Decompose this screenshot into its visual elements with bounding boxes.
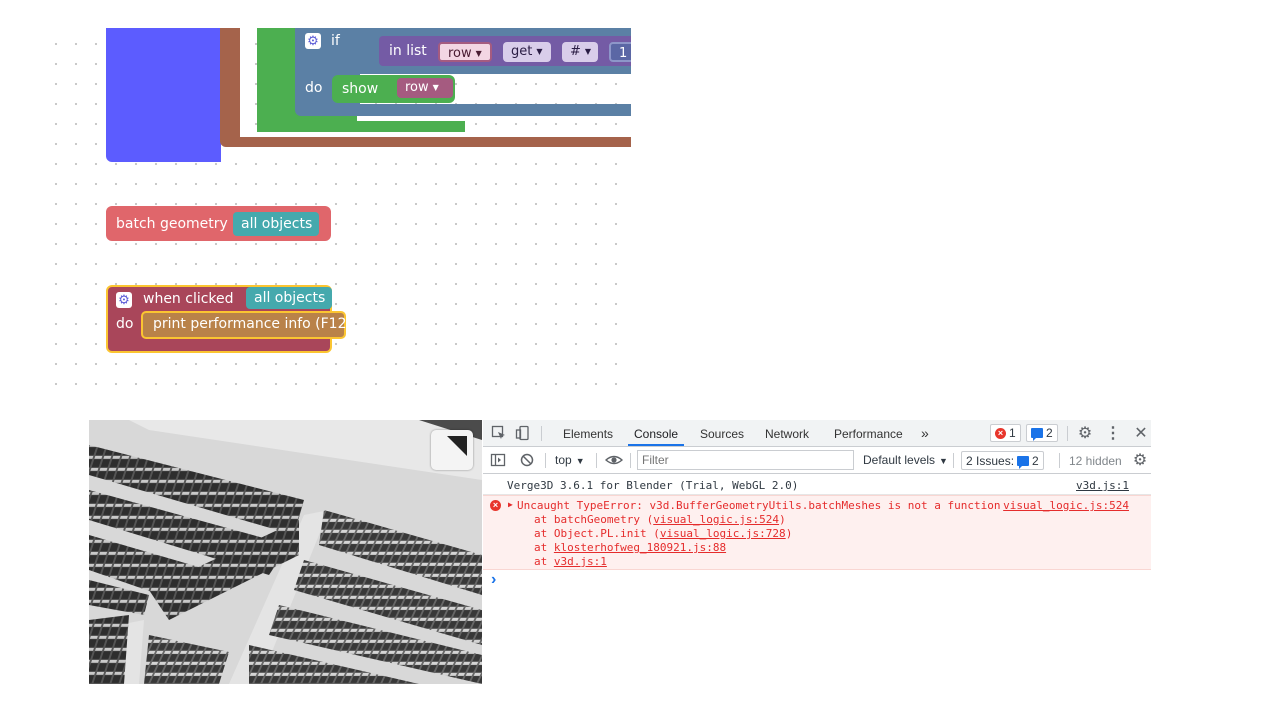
devtools-tab-bar: Elements Console Sources Network Perform… (483, 420, 1151, 447)
tab-network[interactable]: Network (765, 427, 809, 441)
clicked-objects-block[interactable]: all objects (246, 287, 332, 309)
tab-console[interactable]: Console (634, 427, 678, 441)
default-levels-dropdown[interactable]: Default levels ▼ (863, 453, 948, 467)
live-expression-eye-icon[interactable] (605, 452, 623, 468)
blockly-workspace[interactable]: ⚙ if do in list row ▼ get ▼ # ▼ 1 show row ▼… (40, 28, 631, 390)
info-message-source-link[interactable]: v3d.js:1 (1076, 479, 1129, 492)
when-clicked-do-label: do (116, 316, 134, 332)
stack-frame: at v3d.js:1 (534, 555, 607, 568)
index-number-block[interactable]: 1 (609, 42, 631, 62)
tab-sources[interactable]: Sources (700, 427, 744, 441)
green-block-bottom (257, 121, 465, 132)
row-variable-dropdown[interactable]: row ▼ (438, 42, 492, 62)
close-icon[interactable]: ✕ (1132, 424, 1150, 442)
clear-console-icon[interactable] (519, 452, 535, 468)
console-settings-icon[interactable]: ⚙ (1131, 451, 1149, 469)
devtools-panel: Elements Console Sources Network Perform… (483, 420, 1151, 684)
fullscreen-button[interactable] (431, 430, 473, 470)
expand-triangle-icon[interactable]: ▶ (508, 500, 513, 509)
stack-frame-link[interactable]: klosterhofweg_180921.js:88 (554, 541, 726, 554)
issues-icon (1017, 455, 1030, 469)
hidden-count: 12 hidden (1069, 454, 1122, 468)
console-toolbar: top▼ Default levels▼ 2 Issues: 2 12 hidd… (483, 447, 1151, 474)
gear-icon[interactable]: ⚙ (305, 33, 321, 49)
message-count-badge[interactable]: 2 (1026, 424, 1058, 442)
error-count-badge[interactable]: × 1 (990, 424, 1021, 442)
console-message-info: Verge3D 3.6.1 for Blender (Trial, WebGL … (483, 475, 1151, 495)
context-selector[interactable]: top ▼ (555, 453, 585, 467)
get-dropdown[interactable]: get ▼ (503, 42, 551, 62)
show-label: show (342, 81, 379, 97)
issues-button[interactable]: 2 Issues: 2 (961, 451, 1044, 470)
stack-frame-link[interactable]: visual_logic.js:728 (660, 527, 786, 540)
device-toolbar-icon[interactable] (515, 425, 531, 441)
stack-frame-link[interactable]: visual_logic.js:524 (653, 513, 779, 526)
error-icon: × (995, 427, 1006, 439)
console-message-error: × ▶ Uncaught TypeError: v3d.BufferGeomet… (483, 495, 1151, 570)
message-icon (1031, 428, 1043, 441)
prompt-chevron-icon: › (491, 571, 497, 588)
when-clicked-label: when clicked (143, 291, 234, 307)
print-performance-label: print performance info (F12) (153, 316, 352, 332)
batch-objects-block[interactable]: all objects (233, 212, 319, 236)
message-count: 2 (1046, 426, 1053, 440)
active-tab-indicator (628, 444, 684, 446)
row-variable-block[interactable]: row ▼ (397, 78, 453, 98)
gear-icon[interactable]: ⚙ (116, 292, 132, 308)
tab-elements[interactable]: Elements (563, 427, 613, 441)
if-label: if (331, 33, 340, 49)
3d-viewport[interactable] (89, 420, 482, 684)
more-options-icon[interactable]: ⋮ (1104, 424, 1122, 442)
error-source-link[interactable]: visual_logic.js:524 (1003, 499, 1129, 512)
more-tabs-button[interactable]: » (921, 425, 929, 441)
warehouse-scene (89, 420, 482, 684)
error-icon: × (490, 500, 501, 511)
fullscreen-icon (447, 436, 467, 456)
info-message-text: Verge3D 3.6.1 for Blender (Trial, WebGL … (507, 479, 799, 492)
issues-count: 2 (1032, 453, 1039, 468)
loop-block[interactable] (106, 28, 221, 162)
stack-frame-link[interactable]: v3d.js:1 (554, 555, 607, 568)
in-list-label: in list (389, 43, 427, 59)
error-count: 1 (1009, 426, 1016, 440)
inspect-element-icon[interactable] (491, 425, 507, 441)
issues-label: 2 Issues: (966, 453, 1015, 468)
batch-geometry-label: batch geometry (116, 216, 228, 232)
stack-frame: at batchGeometry (visual_logic.js:524) (534, 513, 786, 526)
index-mode-dropdown[interactable]: # ▼ (562, 42, 598, 62)
error-message-text: Uncaught TypeError: v3d.BufferGeometryUt… (517, 499, 1001, 512)
console-prompt[interactable]: › (483, 571, 1151, 591)
filter-input[interactable] (637, 450, 854, 470)
stack-frame: at klosterhofweg_180921.js:88 (534, 541, 727, 554)
settings-gear-icon[interactable]: ⚙ (1076, 424, 1094, 442)
sidebar-toggle-icon[interactable] (490, 452, 506, 468)
do-label: do (305, 80, 323, 96)
tab-performance[interactable]: Performance (834, 427, 903, 441)
stack-frame: at Object.PL.init (visual_logic.js:728) (534, 527, 793, 540)
